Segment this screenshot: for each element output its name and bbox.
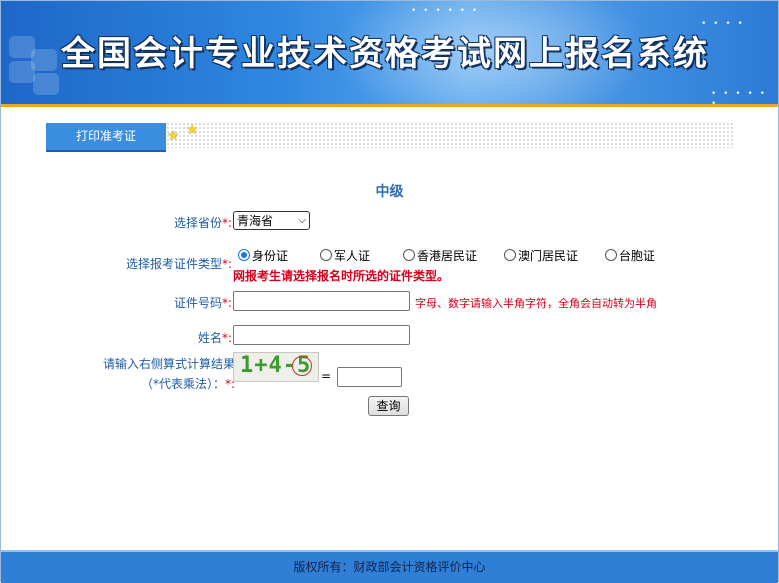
captcha-noise <box>292 356 312 376</box>
captcha-image[interactable]: 1+4-5 <box>233 352 319 382</box>
header-divider <box>1 104 778 107</box>
radio-military-id[interactable]: 军人证 <box>320 247 370 264</box>
id-number-input[interactable] <box>233 291 410 311</box>
radio-button[interactable] <box>504 249 516 261</box>
captcha-label: 请输入右侧算式计算结果 （*代表乘法）：*: <box>102 357 235 391</box>
hex-decoration <box>33 73 59 95</box>
dot-decoration: • • • • • • <box>711 89 767 104</box>
tab-print-admission[interactable]: 打印准考证 <box>46 123 166 152</box>
radio-hongkong-id[interactable]: 香港居民证 <box>403 247 477 264</box>
required-mark: *: <box>221 216 232 230</box>
radio-button[interactable] <box>238 249 250 261</box>
system-title: 全国会计专业技术资格考试网上报名系统 <box>61 34 709 74</box>
id-type-label: 选择报考证件类型*: <box>125 257 232 271</box>
dot-decoration: • • • • • • <box>411 6 480 16</box>
required-mark: *: <box>221 331 232 345</box>
equals-sign: = <box>321 369 332 383</box>
id-number-hint: 字母、数字请输入半角字符，全角会自动转为半角 <box>415 297 657 310</box>
id-type-warning: 网报考生请选择报名时所选的证件类型。 <box>233 269 450 283</box>
star-icon: ★ <box>186 122 199 138</box>
id-number-label: 证件号码*: <box>173 296 232 310</box>
required-mark: *: <box>221 257 232 271</box>
province-select[interactable]: 青海省 ⌵ <box>233 211 310 230</box>
radio-button[interactable] <box>403 249 415 261</box>
exam-level-heading: 中级 <box>375 184 404 200</box>
header-banner: • • • • • • • • • • • • • • • • 全国会计专业技术… <box>1 1 778 104</box>
radio-button[interactable] <box>605 249 617 261</box>
province-label: 选择省份*: <box>173 216 232 230</box>
query-button[interactable]: 查询 <box>368 396 409 416</box>
chevron-down-icon: ⌵ <box>298 215 306 226</box>
captcha-input[interactable] <box>337 367 402 387</box>
radio-id-card[interactable]: 身份证 <box>238 247 288 264</box>
name-label: 姓名*: <box>197 331 232 345</box>
radio-button[interactable] <box>320 249 332 261</box>
footer-copyright: 版权所有：财政部会计资格评价中心 <box>1 550 778 583</box>
required-mark: *: <box>221 296 232 310</box>
name-input[interactable] <box>233 325 410 345</box>
star-icon: ★ <box>167 128 180 144</box>
radio-taiwan-id[interactable]: 台胞证 <box>605 247 655 264</box>
hex-decoration <box>9 61 35 83</box>
radio-macau-id[interactable]: 澳门居民证 <box>504 247 578 264</box>
